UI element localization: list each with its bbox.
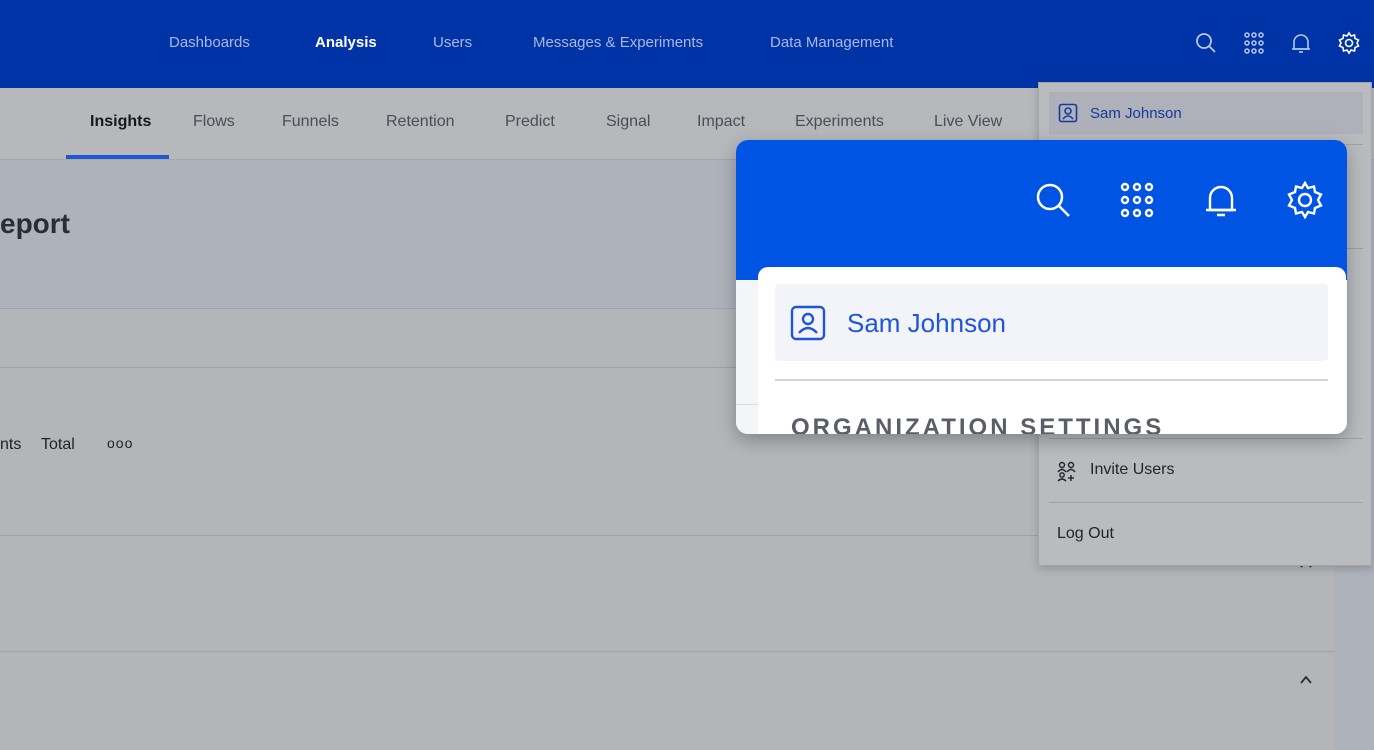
- tab-experiments[interactable]: Experiments: [795, 113, 884, 131]
- invite-users-icon: [1056, 460, 1078, 482]
- lens-user-profile: Sam Johnson: [775, 284, 1328, 361]
- lens-header: [736, 140, 1347, 280]
- menu-divider: [1049, 438, 1363, 439]
- nav-users[interactable]: Users: [433, 34, 472, 51]
- active-tab-indicator: [66, 155, 169, 159]
- tab-insights[interactable]: Insights: [90, 113, 151, 131]
- tab-impact[interactable]: Impact: [697, 113, 745, 131]
- gear-icon[interactable]: [1337, 31, 1361, 55]
- apps-grid-icon[interactable]: [1242, 31, 1266, 55]
- bell-icon[interactable]: [1289, 31, 1313, 55]
- search-icon[interactable]: [1194, 31, 1218, 55]
- apps-grid-icon: [1117, 180, 1157, 220]
- report-title[interactable]: eport: [0, 208, 70, 240]
- invite-users-item[interactable]: Invite Users: [1090, 461, 1174, 479]
- menu-divider: [1049, 502, 1363, 503]
- measure-label-fragment[interactable]: nts: [0, 436, 21, 454]
- lens-user-name: Sam Johnson: [847, 308, 1006, 338]
- lens-menu-card: Sam Johnson ORGANIZATION SETTINGS: [758, 267, 1346, 434]
- log-out-item[interactable]: Log Out: [1057, 525, 1114, 543]
- menu-user-name: Sam Johnson: [1090, 105, 1182, 122]
- tab-flows[interactable]: Flows: [193, 113, 235, 131]
- tab-funnels[interactable]: Funnels: [282, 113, 339, 131]
- tab-predict[interactable]: Predict: [505, 113, 555, 131]
- nav-analysis[interactable]: Analysis: [315, 34, 377, 51]
- total-option[interactable]: Total: [41, 436, 75, 454]
- gear-icon: [1285, 180, 1325, 220]
- zoom-lens: Sam Johnson ORGANIZATION SETTINGS: [736, 140, 1347, 434]
- tab-signal[interactable]: Signal: [606, 113, 650, 131]
- report-band-4: [0, 652, 1334, 750]
- nav-data-management[interactable]: Data Management: [770, 34, 893, 51]
- lens-divider: [775, 379, 1328, 381]
- lens-divider-fragment: [736, 404, 758, 405]
- user-profile-icon: [1058, 103, 1078, 123]
- nav-dashboards[interactable]: Dashboards: [169, 34, 250, 51]
- tab-retention[interactable]: Retention: [386, 113, 455, 131]
- user-profile-icon: [790, 305, 826, 341]
- top-navigation-bar: Dashboards Analysis Users Messages & Exp…: [0, 0, 1374, 88]
- organization-settings-heading: ORGANIZATION SETTINGS: [791, 414, 1165, 434]
- bell-icon: [1201, 180, 1241, 220]
- menu-user-profile[interactable]: Sam Johnson: [1049, 92, 1363, 134]
- tab-live-view[interactable]: Live View: [934, 113, 1002, 131]
- chevron-up-icon[interactable]: [1298, 672, 1314, 688]
- nav-messages-experiments[interactable]: Messages & Experiments: [533, 34, 703, 51]
- search-icon: [1033, 180, 1073, 220]
- more-options-button[interactable]: ooo: [107, 435, 133, 451]
